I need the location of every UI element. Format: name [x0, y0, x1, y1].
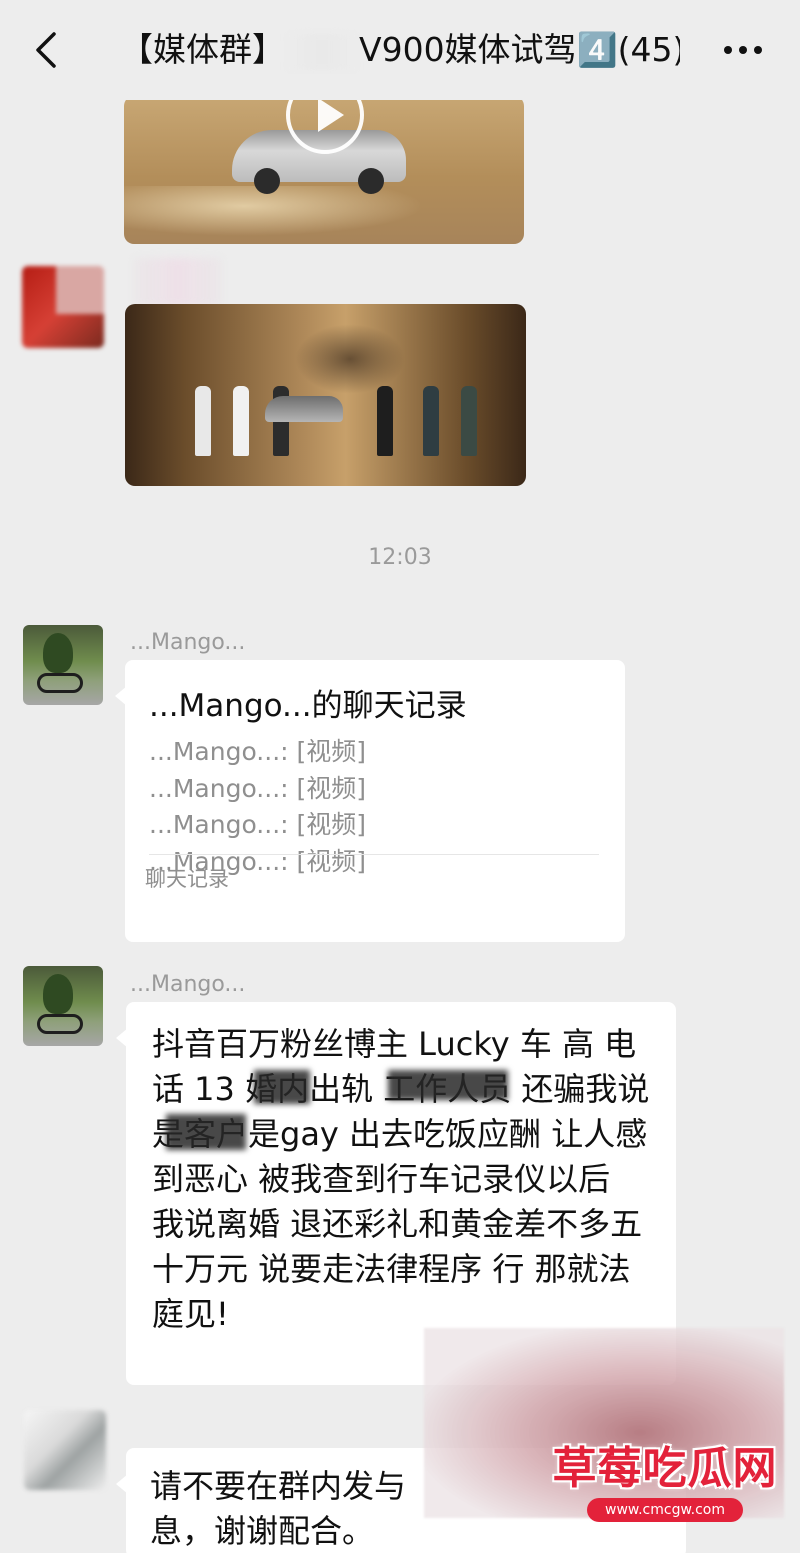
chat-record-title: ...Mango...的聊天记录: [149, 688, 467, 724]
redaction-blur: [166, 1114, 246, 1150]
divider: [149, 854, 599, 855]
chat-title: 【媒体群】 V900媒体试驾4️⃣(45): [120, 26, 680, 74]
avatar-bike: [37, 673, 83, 693]
person-figure: [377, 386, 393, 456]
avatar[interactable]: [24, 1410, 106, 1490]
dust-cloud: [124, 186, 424, 236]
avatar-tree: [43, 974, 73, 1014]
sender-name: ...Mango...: [130, 972, 246, 997]
chat-title-suffix: V900媒体试驾4️⃣(45): [359, 30, 680, 69]
person-figure: [423, 386, 439, 456]
person-figure: [233, 386, 249, 456]
redaction-blur: [254, 1070, 310, 1104]
chat-record-line: ...Mango...: [视频]: [149, 810, 367, 839]
redaction-blur: [388, 1070, 508, 1100]
person-figure: [461, 386, 477, 456]
avatar-tree: [43, 633, 73, 673]
back-icon: [36, 32, 56, 68]
chat-title-prefix: 【媒体群】: [120, 30, 285, 69]
avatar-bike: [37, 1014, 83, 1034]
chat-record-label: 聊天记录: [145, 867, 229, 891]
more-button[interactable]: [720, 36, 766, 64]
redacted-title-blur: [285, 33, 359, 70]
back-button[interactable]: [26, 28, 66, 72]
event-photo[interactable]: [125, 304, 526, 486]
chat-header: 【媒体群】 V900媒体试驾4️⃣(45): [0, 0, 800, 100]
redacted-sender-name: [134, 258, 222, 306]
watermark-url: www.cmcgw.com: [587, 1498, 743, 1522]
message-timestamp: 12:03: [368, 545, 432, 570]
chat-record-line: ...Mango...: [视频]: [149, 737, 367, 766]
watermark-title: 草莓吃瓜网: [552, 1443, 778, 1494]
chat-record-line: ...Mango...: [视频]: [149, 773, 367, 803]
avatar[interactable]: [23, 625, 103, 705]
watermark-logo: 草莓吃瓜网 www.cmcgw.com: [552, 1442, 778, 1532]
person-figure: [195, 386, 211, 456]
chat-record-card[interactable]: ...Mango...的聊天记录 ...Mango...: [视频] ...Ma…: [115, 660, 625, 942]
more-icon: [724, 46, 762, 54]
video-thumbnail[interactable]: [124, 96, 524, 244]
car-image: [265, 396, 343, 422]
sender-name: ...Mango...: [130, 630, 246, 655]
avatar[interactable]: [23, 966, 103, 1046]
avatar[interactable]: [22, 266, 104, 348]
